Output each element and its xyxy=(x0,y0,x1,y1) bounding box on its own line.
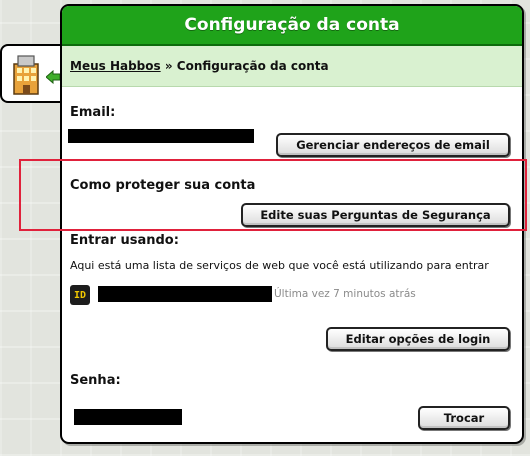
account-settings-window: Configuração da conta Meus Habbos » Conf… xyxy=(60,4,524,444)
last-seen-text: Última vez 7 minutos atrás xyxy=(274,288,416,300)
green-arrow-icon xyxy=(46,70,60,84)
settings-content: Email: Gerenciar endereços de email Como… xyxy=(62,87,522,442)
login-description: Aqui está uma lista de serviços de web q… xyxy=(70,259,489,272)
breadcrumb-current: Configuração da conta xyxy=(176,59,329,73)
email-heading: Email: xyxy=(70,105,116,120)
edit-login-options-button[interactable]: Editar opções de login xyxy=(326,327,510,351)
breadcrumb-link-meus-habbos[interactable]: Meus Habbos xyxy=(70,59,161,73)
breadcrumb-separator: » xyxy=(160,59,177,73)
login-service-redacted xyxy=(98,286,272,302)
window-title: Configuração da conta xyxy=(62,6,522,46)
security-heading: Como proteger sua conta xyxy=(70,178,256,193)
password-heading: Senha: xyxy=(70,373,121,388)
manage-email-button[interactable]: Gerenciar endereços de email xyxy=(276,133,510,157)
edit-security-questions-button[interactable]: Edite suas Perguntas de Segurança xyxy=(241,203,510,227)
side-tab[interactable] xyxy=(0,44,63,103)
change-password-button[interactable]: Trocar xyxy=(418,406,510,430)
email-value-redacted xyxy=(68,129,254,143)
login-heading: Entrar usando: xyxy=(70,233,179,248)
id-badge-icon: ID xyxy=(70,285,90,305)
breadcrumb: Meus Habbos » Configuração da conta xyxy=(62,46,522,87)
password-value-redacted xyxy=(74,409,182,425)
